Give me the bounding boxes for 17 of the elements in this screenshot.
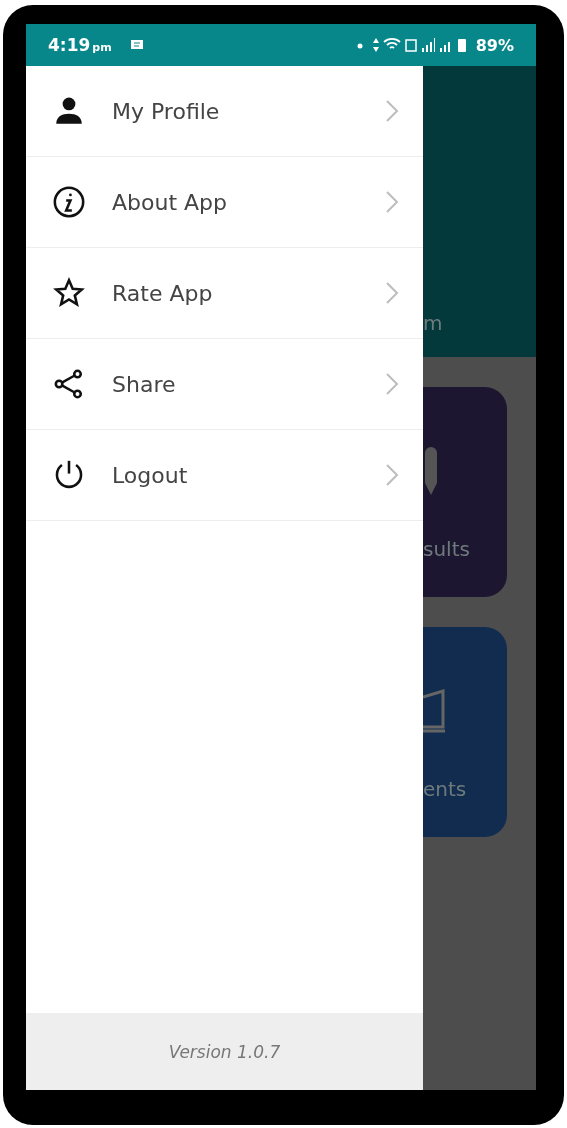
chevron-icon	[385, 190, 399, 214]
drawer-item[interactable]: My Profile	[26, 66, 423, 157]
status-meridiem: pm	[92, 40, 112, 54]
chevron-icon	[385, 372, 399, 396]
card-label: ents	[423, 777, 467, 801]
info-icon	[52, 185, 86, 219]
message-icon	[129, 39, 144, 51]
star-icon	[52, 276, 86, 310]
battery-percent: 89%	[475, 35, 514, 55]
version-text: Version 1.0.7	[168, 1041, 281, 1062]
pen-icon	[423, 447, 439, 497]
chevron-icon	[385, 99, 399, 123]
status-time: 4:19	[48, 35, 91, 55]
card-label: sults	[423, 537, 470, 561]
chevron-icon	[385, 463, 399, 487]
chevron-icon	[385, 281, 399, 305]
header-text: m	[423, 311, 443, 335]
